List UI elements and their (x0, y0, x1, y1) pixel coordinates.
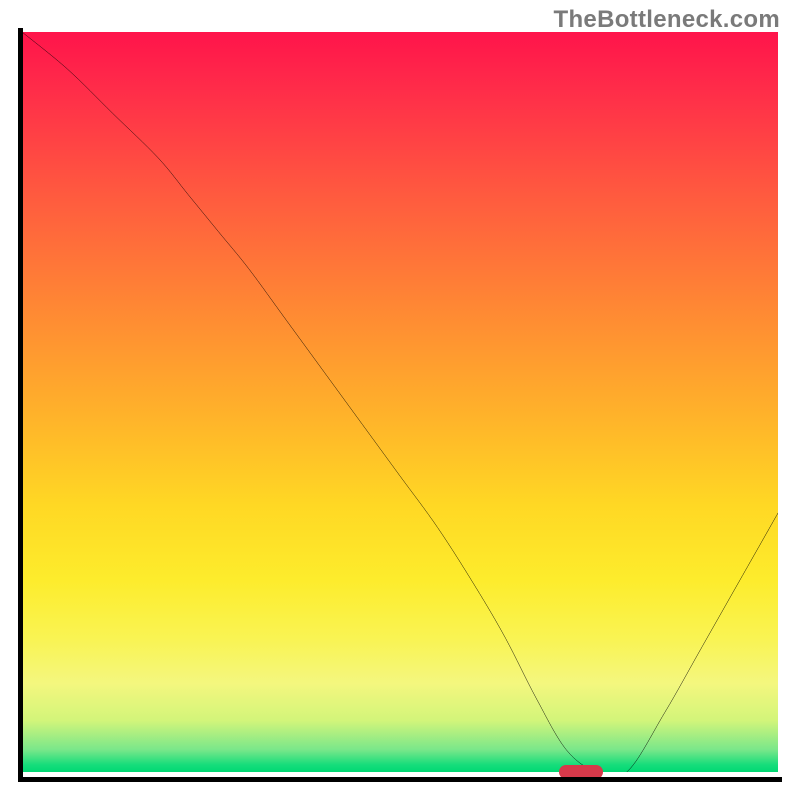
x-axis (18, 777, 782, 782)
bottleneck-curve (22, 32, 778, 772)
y-axis (18, 28, 23, 782)
plot-area (18, 28, 782, 782)
